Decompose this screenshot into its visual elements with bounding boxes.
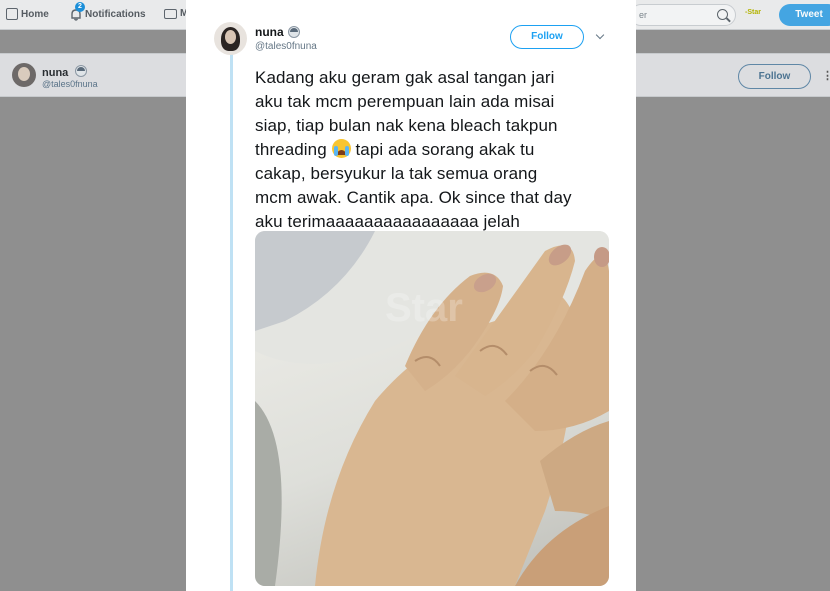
tweet-photo[interactable]: Star [255, 231, 609, 586]
author-name-text: nuna [255, 25, 284, 39]
svg-text:Star: Star [385, 286, 463, 330]
profile-handle: @tales0fnuna [42, 79, 98, 89]
tweet-button[interactable]: Tweet [779, 4, 830, 26]
profile-name-text: nuna [42, 67, 69, 79]
loudly-crying-face-icon [331, 139, 351, 158]
face-emoji-icon [75, 65, 88, 77]
home-icon [6, 8, 18, 20]
face-emoji-icon [287, 26, 300, 38]
tweet-line: mcm awak. Cantik apa. Ok since that day [255, 188, 572, 207]
follow-button[interactable]: Follow [510, 25, 584, 49]
more-options-icon[interactable]: ⋮ [822, 69, 830, 82]
author-handle[interactable]: @tales0fnuna [255, 41, 317, 52]
tweet-line: cakap, bersyukur la tak semua orang [255, 164, 538, 183]
nav-home[interactable]: Home [6, 8, 49, 20]
nav-notifications[interactable]: 2 Notifications [70, 2, 146, 21]
tweet-line-part: tapi ada sorang akak tu [355, 140, 535, 159]
nav-notifications-label: Notifications [85, 9, 146, 20]
profile-name: nuna [42, 65, 88, 79]
nav-messages[interactable]: M [164, 8, 188, 19]
profile-avatar[interactable] [12, 63, 36, 87]
notification-count-badge: 2 [75, 2, 85, 12]
tweet-modal: nuna @tales0fnuna Follow Kadang aku gera… [186, 0, 636, 591]
envelope-icon [164, 8, 177, 19]
tweet-line: siap, tiap bulan nak kena bleach takpun [255, 116, 558, 135]
search-placeholder: er [639, 10, 648, 20]
tweet-line-part: threading [255, 140, 327, 159]
hand-photo-illustration: Star [255, 231, 609, 586]
star-logo: -Star [745, 9, 761, 16]
tweet-line: Kadang aku geram gak asal tangan jari [255, 68, 555, 87]
search-input[interactable]: er [630, 4, 736, 26]
tweet-line: threading tapi ada sorang akak tu [255, 138, 615, 162]
nav-home-label: Home [21, 8, 49, 20]
bell-icon: 2 [70, 2, 85, 21]
author-name[interactable]: nuna [255, 25, 300, 39]
chevron-down-icon[interactable] [595, 30, 605, 40]
tweet-line: aku tak mcm perempuan lain ada misai [255, 92, 555, 111]
search-icon[interactable] [717, 9, 728, 20]
profile-follow-button[interactable]: Follow [738, 64, 811, 89]
logo-text: Star [747, 9, 761, 16]
thread-line [230, 54, 233, 591]
tweet-text: Kadang aku geram gak asal tangan jari ak… [255, 66, 615, 234]
author-avatar[interactable] [214, 22, 247, 55]
